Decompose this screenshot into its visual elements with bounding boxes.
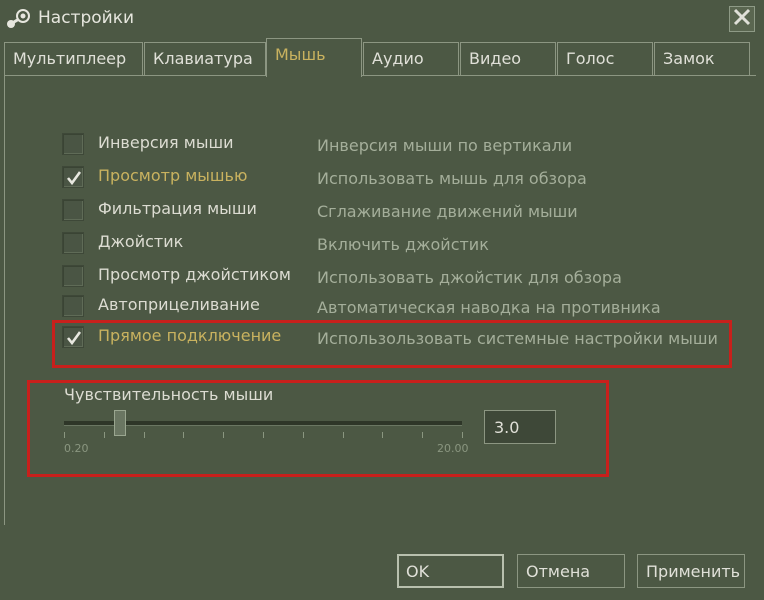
tab-keyboard[interactable]: Клавиатура	[144, 42, 266, 76]
option-description: Инверсия мыши по вертикали	[317, 136, 573, 155]
highlight-box-raw-input	[52, 320, 732, 368]
sensitivity-slider-thumb[interactable]	[114, 410, 126, 436]
checkbox[interactable]	[62, 265, 84, 287]
tab-mouse[interactable]: Мышь	[266, 38, 362, 77]
tab-audio[interactable]: Аудио	[363, 42, 459, 76]
close-icon	[733, 8, 751, 30]
option-description: Автоматическая наводка на противника	[317, 298, 661, 317]
option-label: Автоприцеливание	[98, 295, 260, 314]
tab-video[interactable]: Видео	[460, 42, 556, 76]
window-title: Настройки	[38, 8, 135, 28]
option-label: Джойстик	[98, 232, 184, 251]
tab-label: Мышь	[275, 45, 326, 64]
slider-tick	[422, 432, 423, 438]
tab-lock[interactable]: Замок	[654, 42, 750, 76]
slider-tick	[263, 432, 264, 438]
tab-label: Голос	[566, 49, 615, 68]
option-description: Использовать мышь для обзора	[317, 169, 587, 188]
ok-button[interactable]: OK	[397, 554, 504, 588]
tab-label: Клавиатура	[153, 49, 253, 68]
option-description: Включить джойстик	[317, 235, 489, 254]
slider-tick	[303, 432, 304, 438]
option-mouse-look: Просмотр мышью Использовать мышь для обз…	[62, 164, 742, 190]
cancel-button[interactable]: Отмена	[517, 554, 625, 588]
slider-tick	[462, 432, 463, 438]
option-description: Использовать джойстик для обзора	[317, 268, 622, 287]
option-joystick: Джойстик Включить джойстик	[62, 230, 742, 256]
checkmark-icon	[66, 171, 82, 186]
slider-tick	[223, 432, 224, 438]
tab-label: Аудио	[372, 49, 424, 68]
option-label: Фильтрация мыши	[98, 199, 257, 218]
checkbox[interactable]	[62, 199, 84, 221]
option-auto-aim: Автоприцеливание Автоматическая наводка …	[62, 293, 742, 319]
tab-label: Замок	[663, 49, 715, 68]
slider-tick	[183, 432, 184, 438]
option-joystick-look: Просмотр джойстиком Использовать джойсти…	[62, 263, 742, 289]
checkbox[interactable]	[62, 133, 84, 155]
checkbox[interactable]	[62, 166, 84, 188]
slider-tick	[382, 432, 383, 438]
title-bar: Настройки	[0, 0, 764, 38]
option-mouse-filter: Фильтрация мыши Сглаживание движений мыш…	[62, 197, 742, 223]
option-description: Сглаживание движений мыши	[317, 202, 578, 221]
checkbox[interactable]	[62, 295, 84, 317]
tab-label: Видео	[469, 49, 522, 68]
sensitivity-label: Чувствительность мыши	[64, 385, 274, 404]
apply-button[interactable]: Применить	[637, 554, 745, 588]
option-invert-mouse: Инверсия мыши Инверсия мыши по вертикали	[62, 131, 742, 157]
checkbox[interactable]	[62, 232, 84, 254]
sensitivity-value-input[interactable]: 3.0	[484, 410, 556, 444]
slider-tick	[343, 432, 344, 438]
tab-voice[interactable]: Голос	[557, 42, 653, 76]
steam-icon	[6, 8, 32, 30]
tab-label: Мультиплеер	[13, 49, 127, 68]
option-label: Просмотр мышью	[98, 166, 248, 185]
tab-bar: Мультиплеер Клавиатура Мышь Аудио Видео …	[4, 38, 756, 77]
tab-multiplayer[interactable]: Мультиплеер	[4, 42, 143, 76]
option-label: Просмотр джойстиком	[98, 265, 291, 284]
slider-max-label: 20.00	[437, 442, 469, 455]
slider-tick	[104, 432, 105, 438]
close-button[interactable]	[729, 6, 755, 32]
option-label: Инверсия мыши	[98, 133, 234, 152]
slider-min-label: 0.20	[64, 442, 89, 455]
slider-tick	[64, 432, 65, 438]
slider-tick	[144, 432, 145, 438]
